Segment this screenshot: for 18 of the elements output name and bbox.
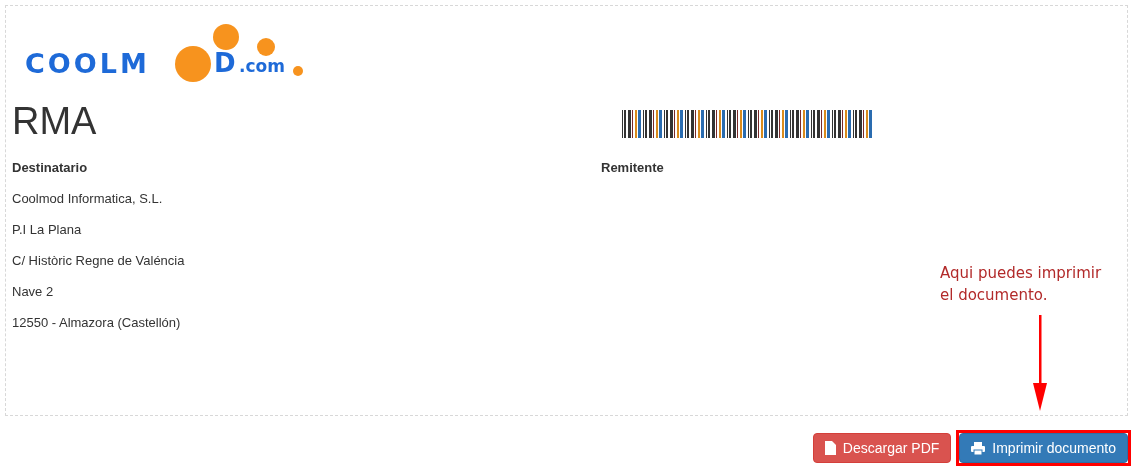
address-line: P.I La Plana	[12, 221, 83, 239]
document-title: RMA	[12, 99, 98, 144]
barcode-icon	[622, 110, 872, 138]
logo-text: .com	[239, 58, 285, 75]
arrow-icon	[1033, 315, 1047, 411]
address-line: Coolmod Informatica, S.L.	[12, 190, 164, 208]
address-line: 12550 - Almazora (Castellón)	[12, 314, 182, 332]
print-button[interactable]: Imprimir documento	[959, 433, 1128, 463]
file-icon	[824, 441, 836, 455]
recipient-heading: Destinatario	[12, 159, 89, 177]
logo-text: COOLM	[25, 50, 150, 77]
address-line: Nave 2	[12, 283, 55, 301]
annotation-text: Aqui puedes imprimir el documento.	[940, 263, 1103, 306]
sender-heading: Remitente	[601, 159, 664, 177]
address-line: C/ Històric Regne de Valéncia	[12, 252, 186, 270]
printer-icon	[971, 441, 986, 455]
logo-text: D	[214, 50, 236, 76]
download-pdf-button[interactable]: Descargar PDF	[812, 433, 952, 463]
